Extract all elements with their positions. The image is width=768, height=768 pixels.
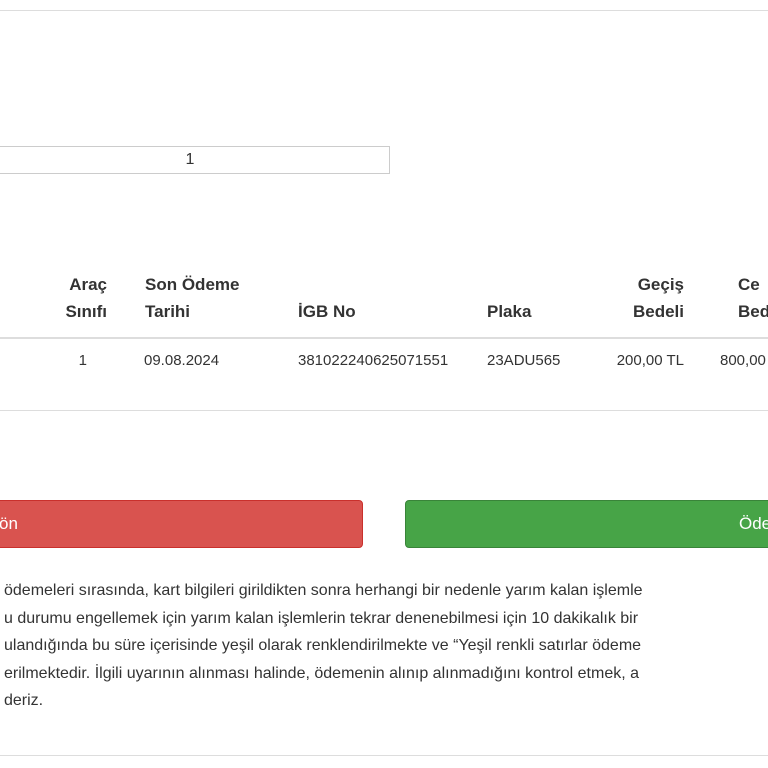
notice-line: deriz. [4, 692, 44, 709]
cell-due-date: 09.08.2024 [144, 352, 220, 369]
header-plate: Plaka [487, 302, 532, 321]
table-header-divider [0, 337, 768, 339]
bottom-divider [0, 755, 768, 756]
table-bottom-divider [0, 410, 768, 411]
header-igb-no: İGB No [298, 302, 356, 321]
pay-button[interactable]: Öde [405, 500, 768, 548]
quantity-field[interactable]: 1 [0, 146, 390, 174]
cell-penalty-fee: 800,00 [720, 352, 766, 369]
cell-vehicle-class: 1 [78, 352, 87, 369]
notice-line: ulandığında bu süre içerisinde yeşil ola… [4, 637, 642, 654]
payment-notice: ödemeleri sırasında, kart bilgileri giri… [4, 577, 764, 715]
notice-line: ödemeleri sırasında, kart bilgileri giri… [4, 582, 643, 599]
notice-line: erilmektedir. İlgili uyarının alınması h… [4, 664, 639, 682]
notice-line: u durumu engellemek için yarım kalan işl… [4, 609, 639, 627]
header-toll-fee: Geçiş Bedeli [632, 275, 684, 321]
top-divider [0, 10, 768, 11]
cell-plate: 23ADU565 [487, 352, 561, 369]
back-button[interactable]: ön [0, 500, 363, 548]
cell-toll-fee: 200,00 TL [616, 352, 684, 369]
header-due-date: Son Ödeme Tarihi [145, 275, 240, 321]
header-penalty-fee: Ce Bed [738, 275, 768, 321]
cell-igb-no: 381022240625071551 [298, 352, 449, 369]
header-vehicle-class: Araç Sınıfı [65, 275, 107, 321]
